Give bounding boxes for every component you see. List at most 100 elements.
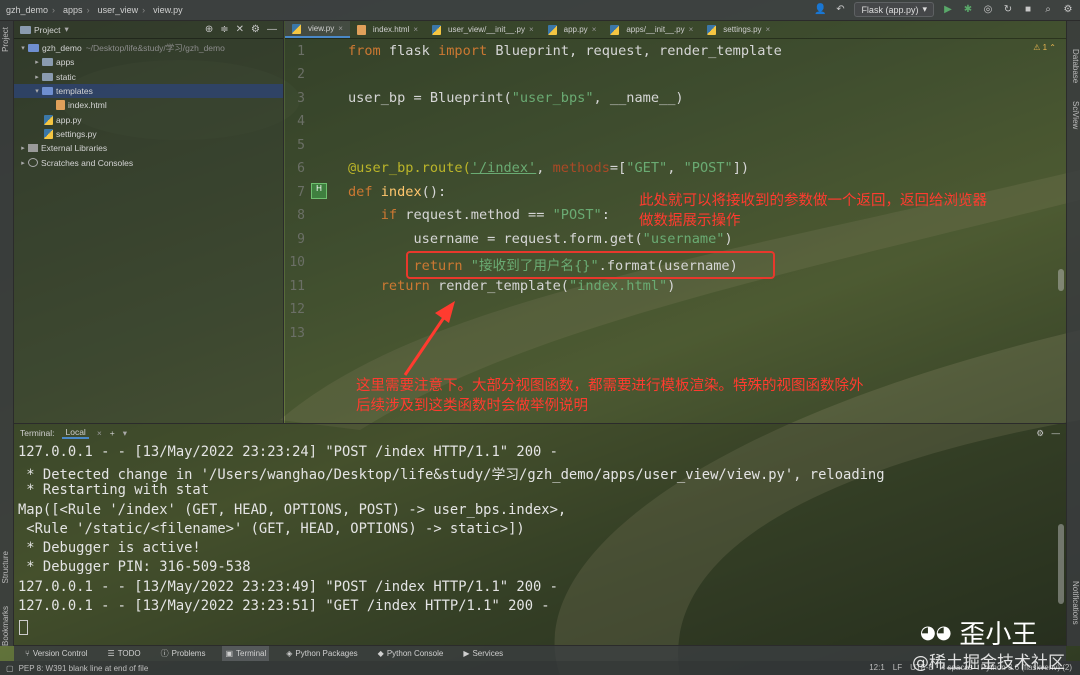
tree-item-label: app.py: [56, 114, 82, 125]
notifications-tool-tab[interactable]: Notifications: [1068, 581, 1080, 625]
folder-icon: [20, 25, 31, 34]
minimize-icon[interactable]: —: [1052, 428, 1061, 438]
database-tool-tab[interactable]: Database: [1068, 49, 1080, 83]
annotation-line: 此处就可以将接收到的参数做一个返回，返回给浏览器: [639, 193, 987, 209]
tab-apps-init[interactable]: apps/__init__.py ×: [603, 21, 700, 38]
problems-icon: ⓘ: [160, 649, 169, 658]
expand-arrow-icon[interactable]: ▾: [32, 87, 42, 95]
close-tab-icon[interactable]: ×: [766, 25, 771, 34]
code-editor[interactable]: view.py × index.html × user_view/__init_…: [285, 21, 1066, 423]
tool-python-packages[interactable]: ◈ Python Packages: [283, 646, 360, 661]
close-tab-icon[interactable]: ×: [529, 25, 534, 34]
python-file-icon: [707, 24, 717, 35]
status-icon: ▢: [6, 663, 14, 673]
terminal-panel[interactable]: Terminal: Local × + ▾ ⚙ — 127.0.0.1 - - …: [14, 423, 1066, 650]
stop-icon[interactable]: ■: [1022, 4, 1034, 16]
search-icon[interactable]: ⌕: [1042, 4, 1054, 16]
chevron-down-icon[interactable]: ▾: [123, 428, 127, 439]
terminal-icon: ▣: [225, 649, 234, 658]
line-number: 5: [297, 138, 305, 153]
tool-label: Terminal: [236, 649, 267, 658]
route-gutter-icon[interactable]: H: [311, 183, 327, 199]
tab-local[interactable]: Local: [62, 427, 89, 439]
breadcrumb-file[interactable]: view.py: [147, 5, 185, 15]
python-file-icon: [44, 114, 53, 125]
close-tab-icon[interactable]: ×: [413, 25, 418, 34]
gear-icon[interactable]: ⚙: [1036, 428, 1044, 439]
tab-label: apps/__init__.py: [626, 25, 685, 34]
tree-item-static[interactable]: ▸ static: [14, 70, 283, 84]
tool-todo[interactable]: ☰ TODO: [105, 646, 144, 661]
tab-index-html[interactable]: index.html ×: [350, 21, 425, 38]
expand-arrow-icon[interactable]: ▸: [18, 159, 28, 167]
terminal-line: 127.0.0.1 - - [13/May/2022 23:23:51] "GE…: [18, 598, 550, 614]
close-tab-icon[interactable]: ×: [689, 25, 694, 34]
locate-icon[interactable]: ⊕: [205, 24, 213, 35]
cursor-position[interactable]: 12:1: [869, 663, 885, 672]
minimize-icon[interactable]: —: [267, 24, 277, 35]
line-number: 13: [289, 326, 305, 341]
breadcrumb-root[interactable]: gzh_demo: [0, 5, 50, 15]
chevron-down-icon[interactable]: ▾: [64, 24, 68, 35]
navigation-bar: gzh_demo › apps › user_view › view.py 👤 …: [0, 0, 1080, 21]
tree-item-settings-py[interactable]: settings.py: [14, 127, 283, 141]
collapse-icon[interactable]: ≑: [220, 24, 228, 35]
line-number: 4: [297, 114, 305, 129]
tool-version-control[interactable]: ⑂ Version Control: [22, 646, 91, 661]
scratch-icon: [28, 158, 38, 168]
breadcrumb-user-view[interactable]: user_view: [92, 5, 141, 15]
editor-scrollbar[interactable]: [1058, 269, 1064, 291]
line-separator[interactable]: LF: [893, 663, 902, 672]
structure-tool-tab[interactable]: Structure: [1, 551, 13, 583]
debug-icon[interactable]: ✱: [962, 4, 974, 16]
tree-item-app-py[interactable]: app.py: [14, 112, 283, 126]
tool-terminal[interactable]: ▣ Terminal: [222, 646, 270, 661]
terminal-scrollbar[interactable]: [1058, 524, 1064, 604]
tree-item-apps[interactable]: ▸ apps: [14, 55, 283, 69]
annotation-line: 这里需要注意下。大部分视图函数，都需要进行模板渲染。特殊的视图函数除外: [356, 378, 864, 394]
tree-item-templates[interactable]: ▾ templates: [14, 83, 283, 99]
close-tab-icon[interactable]: ×: [592, 25, 597, 34]
tool-python-console[interactable]: ◆ Python Console: [375, 646, 447, 661]
project-panel-title[interactable]: Project: [34, 25, 60, 35]
folder-icon: [42, 87, 53, 96]
back-arrow-icon[interactable]: ↶: [834, 4, 846, 16]
close-tab-icon[interactable]: ×: [338, 24, 343, 33]
tool-problems[interactable]: ⓘ Problems: [158, 646, 209, 661]
tab-user-view-init[interactable]: user_view/__init__.py ×: [425, 21, 541, 38]
bookmarks-tool-tab[interactable]: Bookmarks: [1, 606, 13, 646]
tree-item-scratches[interactable]: ▸ Scratches and Consoles: [14, 155, 283, 169]
expand-arrow-icon[interactable]: ▸: [32, 58, 42, 66]
right-tool-strip: Database SciView Notifications: [1066, 21, 1080, 646]
settings-icon[interactable]: ⚙: [1062, 4, 1074, 16]
tab-app-py[interactable]: app.py ×: [541, 21, 604, 38]
profile-icon[interactable]: ↻: [1002, 4, 1014, 16]
tree-item-external-libraries[interactable]: ▸ External Libraries: [14, 141, 283, 155]
expand-arrow-icon[interactable]: ▸: [32, 73, 42, 81]
tree-item-gzh-demo[interactable]: ▾ gzh_demo ~/Desktop/life&study/学习/gzh_d…: [14, 41, 283, 55]
gear-icon[interactable]: ⚙: [251, 24, 260, 35]
tab-settings-py[interactable]: settings.py ×: [700, 21, 777, 38]
tab-view-py[interactable]: view.py ×: [285, 21, 350, 38]
tab-label: app.py: [563, 25, 588, 34]
tool-services[interactable]: ▶ Services: [460, 646, 506, 661]
run-icon[interactable]: ▶: [942, 4, 954, 16]
folder-icon: [42, 72, 53, 81]
user-icon[interactable]: 👤: [814, 4, 826, 16]
expand-arrow-icon[interactable]: ▸: [18, 144, 28, 152]
project-tool-tab[interactable]: Project: [1, 27, 13, 52]
status-message[interactable]: PEP 8: W391 blank line at end of file: [19, 664, 149, 673]
expand-arrow-icon[interactable]: ▾: [18, 44, 28, 52]
coverage-icon[interactable]: ◎: [982, 4, 994, 16]
tree-item-index-html[interactable]: index.html: [14, 98, 283, 112]
inspection-warning[interactable]: ⚠ 1 ⌃: [1033, 43, 1056, 52]
add-icon[interactable]: +: [110, 428, 115, 438]
line-number-gutter: 1 2 3 4 5 6 7 8 9 10 11 12 13 H: [285, 39, 335, 423]
close-tab-icon[interactable]: ×: [97, 428, 102, 438]
annotation-line: 后续涉及到这类函数时会做举例说明: [356, 398, 588, 414]
run-configuration-select[interactable]: Flask (app.py) ▾: [854, 2, 934, 17]
close-icon[interactable]: ✕: [236, 24, 244, 35]
sciview-tool-tab[interactable]: SciView: [1068, 101, 1080, 129]
breadcrumb-apps[interactable]: apps: [57, 5, 85, 15]
code-line-9: username = request.form.get("username"): [348, 231, 733, 247]
